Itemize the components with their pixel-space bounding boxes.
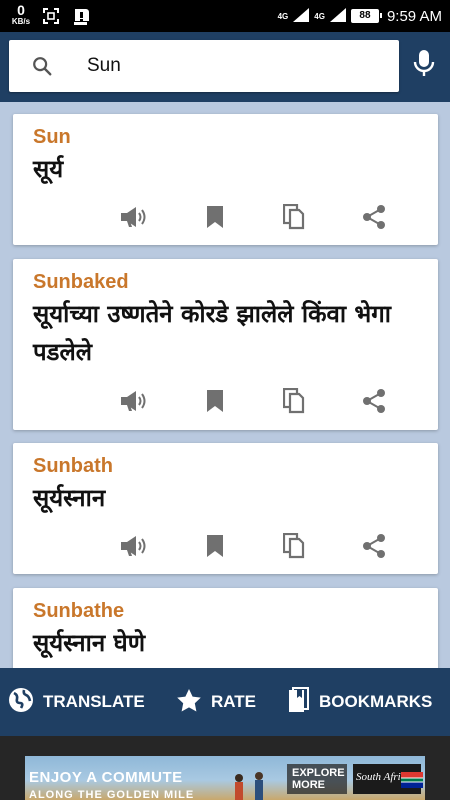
search-query[interactable]: Sun xyxy=(87,55,121,77)
network-speed: 0 KB/s xyxy=(6,3,36,26)
bottom-nav: TRANSLATE RATE BOOKMARKS xyxy=(0,668,450,736)
bookmark-icon[interactable] xyxy=(197,384,233,418)
star-icon xyxy=(176,688,202,717)
share-icon[interactable] xyxy=(356,384,392,418)
result-word: Sun xyxy=(33,126,71,148)
bookmarks-label: BOOKMARKS xyxy=(319,692,433,711)
share-icon[interactable] xyxy=(356,529,392,563)
share-icon[interactable] xyxy=(356,200,392,234)
result-card[interactable]: Sunbaked सूर्याच्या उष्णतेने कोरडे झालेल… xyxy=(13,259,438,430)
copy-icon[interactable] xyxy=(276,200,312,234)
bookmark-icon[interactable] xyxy=(197,200,233,234)
result-word: Sunbaked xyxy=(33,271,129,293)
translate-button[interactable]: TRANSLATE xyxy=(8,688,145,716)
search-icon[interactable] xyxy=(31,55,53,81)
speaker-icon[interactable] xyxy=(116,200,152,234)
bookmarks-icon xyxy=(288,687,310,717)
translate-label: TRANSLATE xyxy=(43,692,145,711)
result-meaning: सूर्यस्नान xyxy=(33,484,106,512)
network-type-1: 4G xyxy=(277,11,289,21)
ad-banner[interactable]: ENJOY A COMMUTE ALONG THE GOLDEN MILE EX… xyxy=(25,756,425,800)
results-list[interactable]: Sun सूर्य Sunbaked सूर्याच्या उष्णतेने क… xyxy=(0,102,450,668)
result-meaning: सूर्याच्या उष्णतेने कोरडे झालेले किंवा भ… xyxy=(33,300,392,366)
search-input[interactable]: Sun xyxy=(9,40,399,92)
status-bar: 0 KB/s 4G 4G 88 9:59 AM xyxy=(0,0,450,32)
mic-icon[interactable] xyxy=(412,49,436,83)
card-actions xyxy=(13,200,438,234)
ad-cta[interactable]: EXPLORE MORE xyxy=(287,764,347,794)
notification-alert-icon xyxy=(72,5,92,31)
copy-icon[interactable] xyxy=(276,529,312,563)
speaker-icon[interactable] xyxy=(116,384,152,418)
status-indicators: 4G 4G 88 9:59 AM xyxy=(278,0,442,32)
rate-label: RATE xyxy=(211,692,257,711)
card-actions xyxy=(13,384,438,418)
screenshot-icon xyxy=(42,7,60,29)
network-speed-unit: KB/s xyxy=(11,17,31,26)
signal-icon xyxy=(293,7,310,26)
ad-people-image xyxy=(235,772,263,800)
result-word: Sunbath xyxy=(33,455,113,477)
flag-icon xyxy=(401,772,423,788)
result-card[interactable]: Sunbathe सूर्यस्नान घेणे xyxy=(13,588,438,668)
clock: 9:59 AM xyxy=(386,7,442,25)
result-meaning: सूर्य xyxy=(33,155,64,183)
battery-icon: 88 xyxy=(350,9,382,23)
bookmarks-button[interactable]: BOOKMARKS xyxy=(288,687,433,717)
network-speed-value: 0 xyxy=(17,2,25,18)
speaker-icon[interactable] xyxy=(116,529,152,563)
result-word: Sunbathe xyxy=(33,600,125,622)
card-actions xyxy=(13,529,438,563)
ad-area: ENJOY A COMMUTE ALONG THE GOLDEN MILE EX… xyxy=(0,736,450,800)
copy-icon[interactable] xyxy=(276,384,312,418)
result-card[interactable]: Sun सूर्य xyxy=(13,114,438,245)
globe-icon xyxy=(8,687,34,717)
rate-button[interactable]: RATE xyxy=(176,688,256,716)
app-bar: Sun xyxy=(0,32,450,102)
result-meaning: सूर्यस्नान घेणे xyxy=(33,629,146,657)
signal-icon-2 xyxy=(329,7,346,26)
ad-headline: ENJOY A COMMUTE xyxy=(29,769,183,786)
ad-subline: ALONG THE GOLDEN MILE xyxy=(29,789,195,800)
bookmark-icon[interactable] xyxy=(197,529,233,563)
result-card[interactable]: Sunbath सूर्यस्नान xyxy=(13,443,438,574)
network-type-2: 4G xyxy=(314,11,325,21)
